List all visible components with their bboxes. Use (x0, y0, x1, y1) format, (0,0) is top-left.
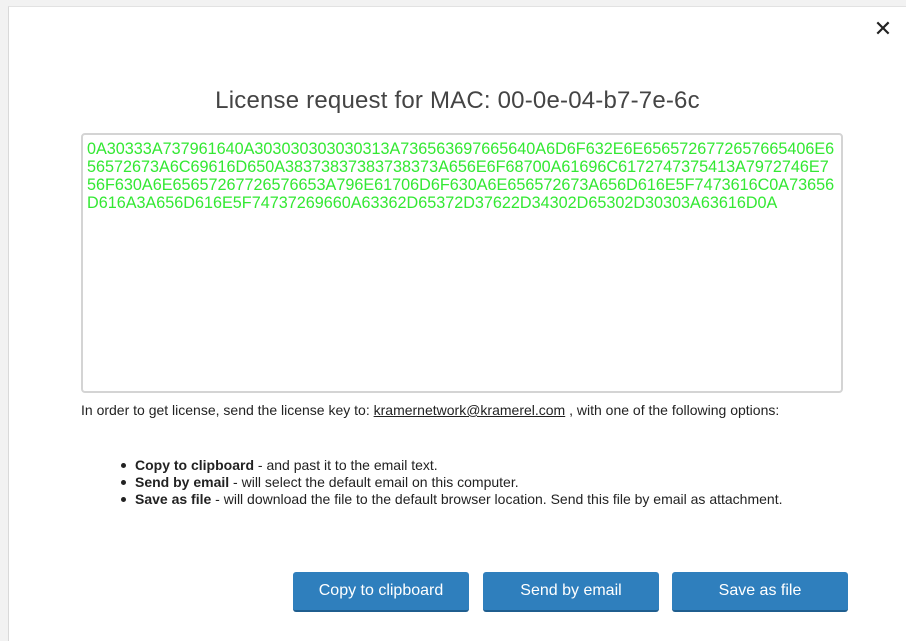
option-label: Save as file (135, 491, 212, 507)
list-item: Copy to clipboard - and past it to the e… (113, 457, 853, 474)
license-key-textarea[interactable]: 0A30333A737961640A303030303030313A736563… (81, 133, 843, 393)
instructions-prefix: In order to get license, send the licens… (81, 402, 374, 418)
list-item: Send by email - will select the default … (113, 474, 853, 491)
dialog-title: License request for MAC: 00-0e-04-b7-7e-… (215, 87, 700, 114)
option-text: - will select the default email on this … (229, 474, 519, 490)
send-by-email-button[interactable]: Send by email (483, 572, 659, 612)
license-request-dialog: ✕ License request for MAC: 00-0e-04-b7-7… (8, 6, 906, 641)
save-as-file-button[interactable]: Save as file (672, 572, 848, 612)
email-link[interactable]: kramernetwork@kramerel.com (374, 402, 566, 418)
instructions-text: In order to get license, send the licens… (81, 402, 851, 419)
options-list: Copy to clipboard - and past it to the e… (113, 457, 853, 508)
option-label: Copy to clipboard (135, 457, 254, 473)
option-label: Send by email (135, 474, 230, 490)
option-text: - and past it to the email text. (254, 457, 438, 473)
instructions-suffix: , with one of the following options: (565, 402, 780, 418)
option-text: - will download the file to the default … (211, 491, 783, 507)
close-icon[interactable]: ✕ (872, 19, 894, 41)
list-item: Save as file - will download the file to… (113, 491, 853, 508)
copy-to-clipboard-button[interactable]: Copy to clipboard (293, 572, 469, 612)
